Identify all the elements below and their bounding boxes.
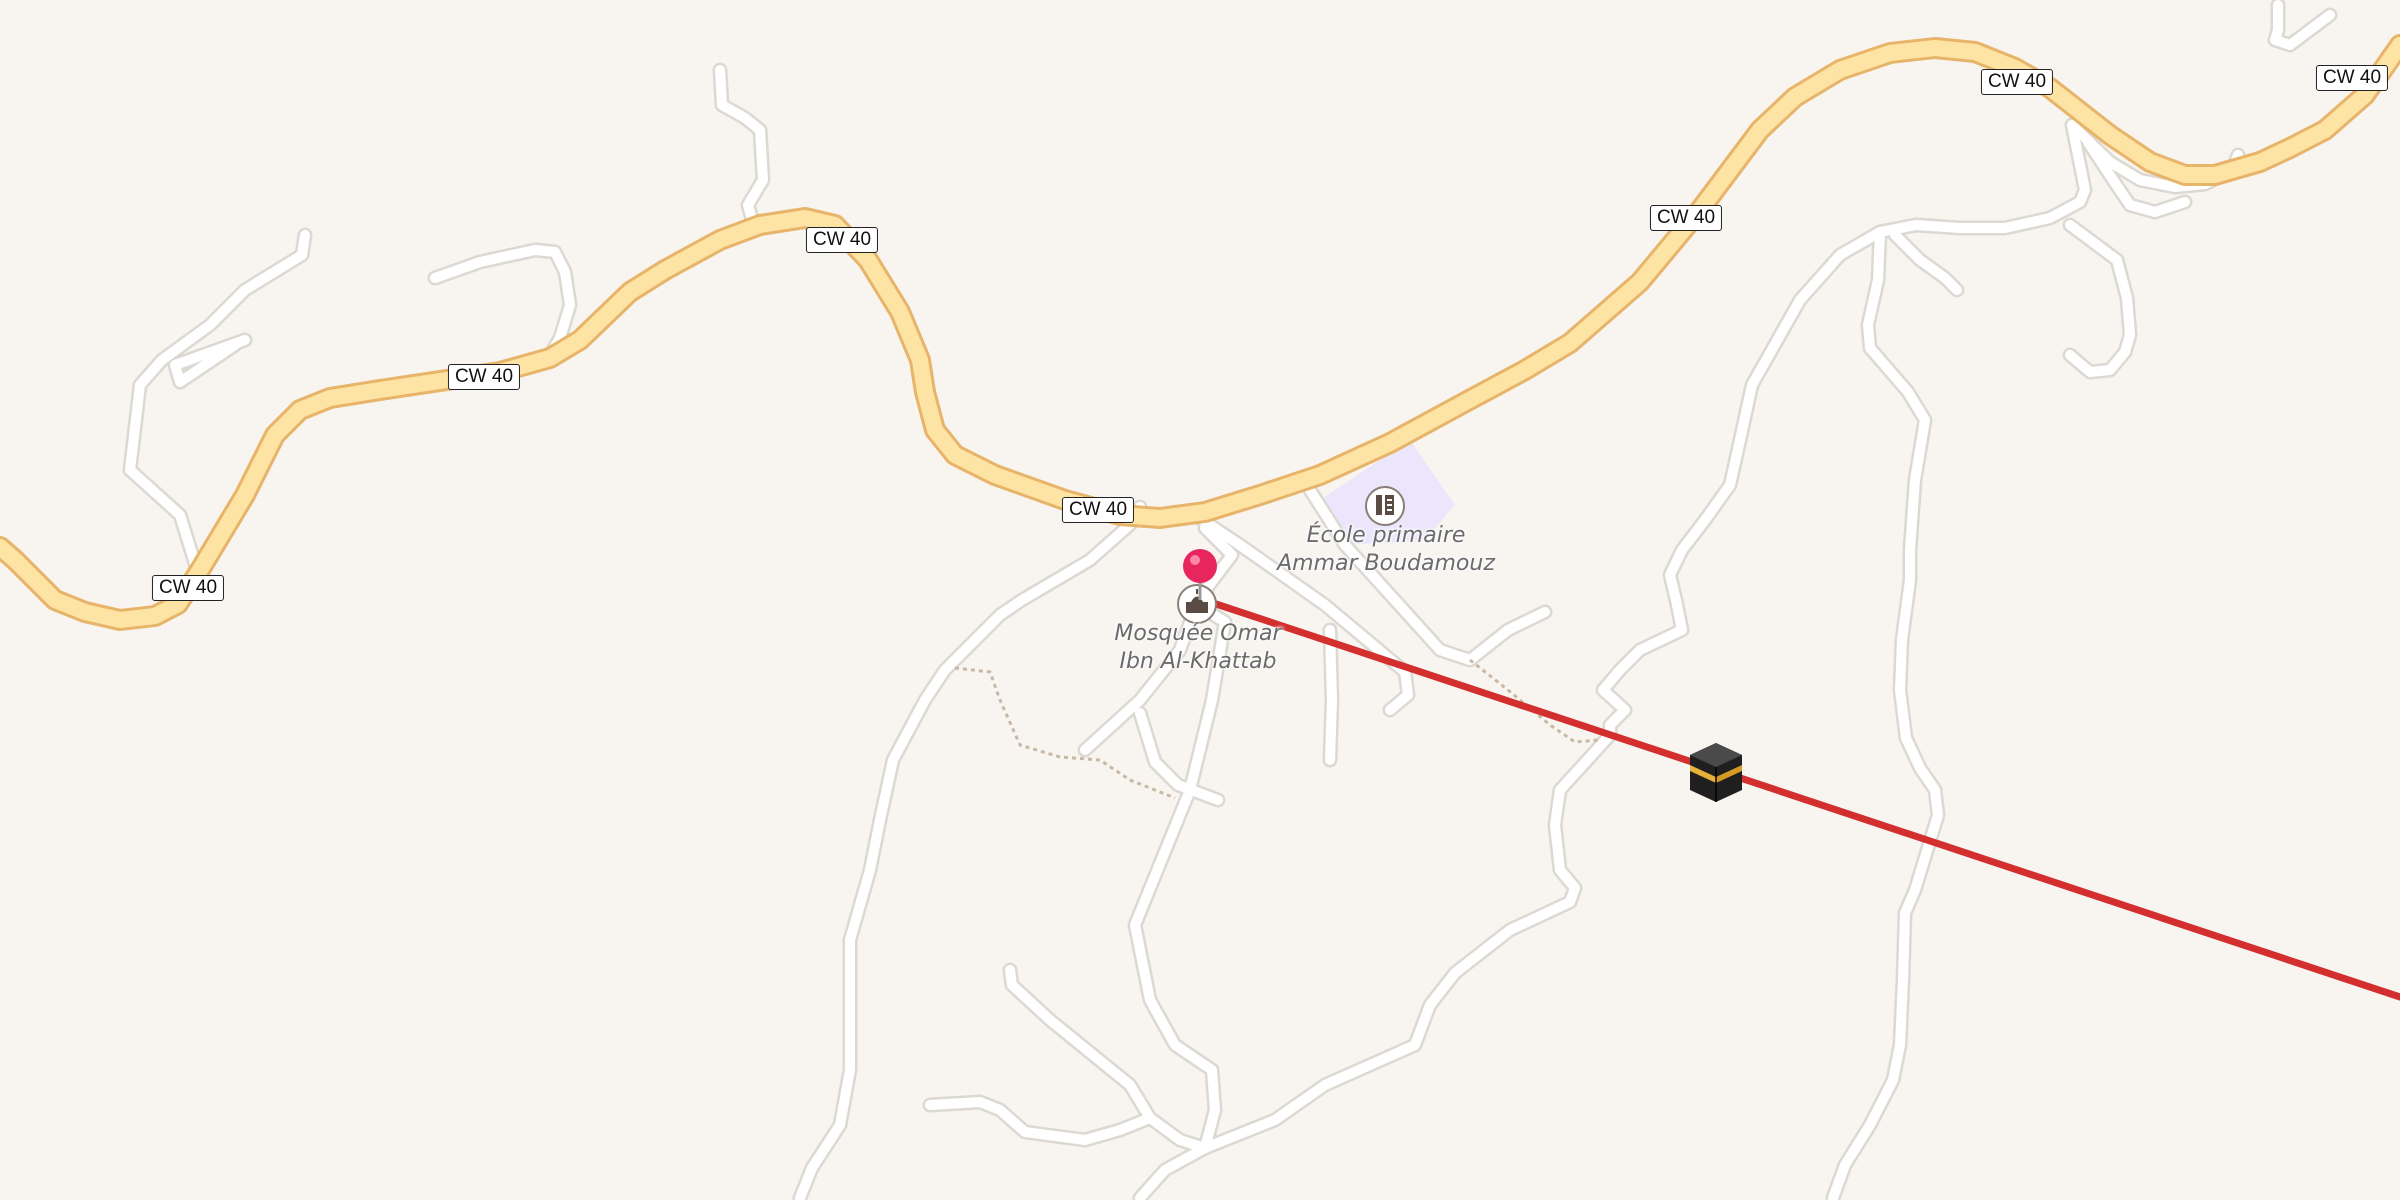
footpaths [954,658,1599,800]
mosque-label-line1: Mosquée Omar [1114,621,1282,646]
school-label-line2: Ammar Boudamouz [1277,551,1495,576]
road-shield: CW 40 [151,575,225,601]
map-canvas[interactable]: CW 40 CW 40 CW 40 CW 40 CW 40 CW 40 CW 4… [0,0,2400,1200]
school-label-line1: École primaire [1306,523,1466,548]
school-icon[interactable] [1365,486,1405,526]
kaaba-icon[interactable] [1690,743,1742,802]
road-shield: CW 40 [447,364,521,390]
road-shield: CW 40 [1649,205,1723,231]
mosque-label[interactable]: Mosquée Omar Ibn Al-Khattab [1114,620,1281,676]
qibla-line [1194,594,2400,1001]
road-shield: CW 40 [1061,497,1135,523]
road-shield: CW 40 [2315,65,2389,91]
mosque-label-line2: Ibn Al-Khattab [1119,649,1277,674]
minor-roads [0,0,2335,1200]
map-layer [0,0,2400,1200]
road-shield: CW 40 [1980,69,2054,95]
school-label[interactable]: École primaire Ammar Boudamouz [1277,522,1495,578]
primary-road-cw40 [0,34,2400,631]
road-shield: CW 40 [805,227,879,253]
mosque-icon[interactable] [1177,584,1217,624]
